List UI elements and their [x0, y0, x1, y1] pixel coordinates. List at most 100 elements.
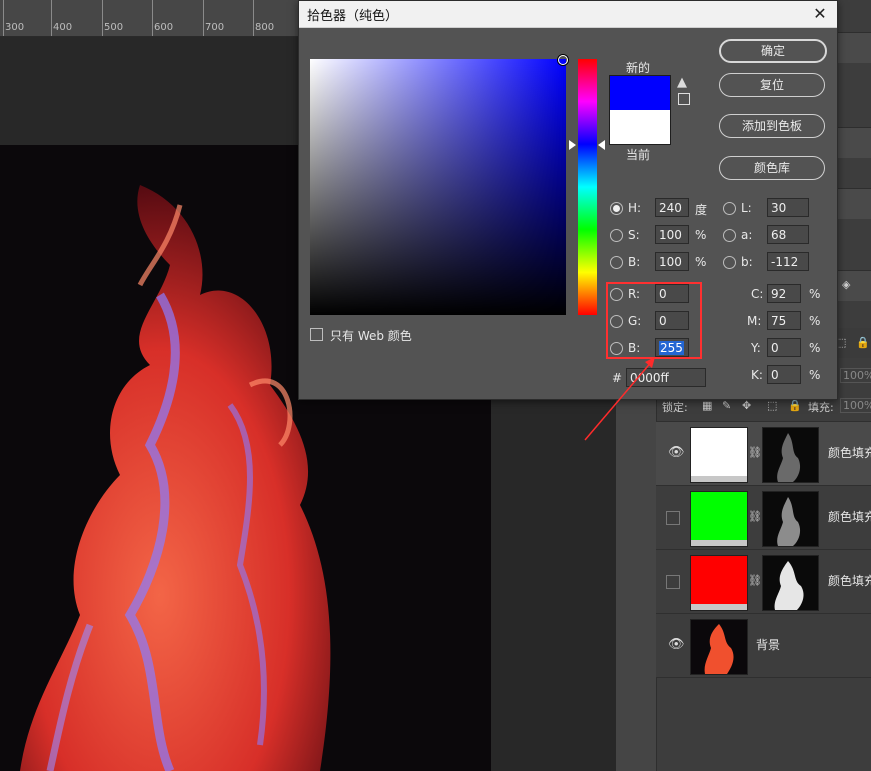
hue-slider-handle-right[interactable]: [598, 140, 605, 150]
dialog-titlebar[interactable]: 拾色器（纯色） ✕: [299, 1, 837, 28]
web-only-checkbox[interactable]: [310, 328, 323, 341]
link-icon[interactable]: ⛓: [748, 510, 762, 523]
hue-unit: 度: [695, 203, 708, 217]
ruler-label: 300: [5, 22, 25, 33]
yellow-label: Y:: [751, 341, 761, 355]
layer-thumbnail: [690, 555, 748, 611]
black-label: K:: [751, 368, 763, 382]
lock-all-icon[interactable]: 🔒: [788, 399, 802, 412]
horizontal-ruler: 300 400 500 600 700 800: [0, 0, 300, 37]
layer-mask[interactable]: [762, 491, 819, 547]
pasteboard: [0, 37, 298, 145]
layer-name[interactable]: 颜色填充: [828, 572, 871, 589]
dialog-title: 拾色器（纯色）: [307, 9, 399, 24]
link-icon[interactable]: ⛓: [748, 446, 762, 459]
color-swatch: [609, 75, 671, 145]
lock-pixels-icon[interactable]: ▦: [702, 399, 712, 412]
hue-label: H:: [628, 201, 642, 215]
hex-input[interactable]: 0000ff: [626, 368, 706, 387]
saturation-unit: %: [695, 228, 707, 242]
layer-name[interactable]: 颜色填充: [828, 508, 871, 525]
close-icon[interactable]: ✕: [803, 1, 837, 27]
lab-l-label: L:: [741, 201, 752, 215]
lab-b-label: b:: [741, 255, 753, 269]
lab-l-input[interactable]: 30: [767, 198, 809, 217]
opacity-field[interactable]: 100%: [840, 368, 871, 383]
add-to-swatches-button[interactable]: 添加到色板: [719, 114, 825, 138]
current-color-swatch[interactable]: [610, 110, 670, 144]
lab-a-label: a:: [741, 228, 753, 242]
ruler-label: 800: [255, 22, 275, 33]
color-marker[interactable]: [558, 55, 568, 65]
ruler-label: 700: [205, 22, 225, 33]
magenta-label: M:: [747, 314, 762, 328]
lab-b-radio[interactable]: [723, 256, 736, 269]
hue-radio[interactable]: [610, 202, 623, 215]
layer-mask[interactable]: [762, 555, 819, 611]
layer-thumbnail: [690, 491, 748, 547]
ok-button[interactable]: 确定: [719, 39, 827, 63]
color-picker-dialog: 拾色器（纯色） ✕ 新的 当前 ▲ 确定 复位 添加到色板 颜色库 H: 240…: [298, 0, 838, 400]
web-only-label: 只有 Web 颜色: [330, 329, 412, 343]
pasteboard: [491, 398, 616, 771]
hue-slider[interactable]: [578, 59, 597, 315]
brush-icon[interactable]: ✎: [722, 399, 731, 412]
hue-slider-handle-left[interactable]: [569, 140, 576, 150]
gamut-color-box[interactable]: [678, 93, 690, 105]
reset-button[interactable]: 复位: [719, 73, 825, 97]
layer-thumbnail: [690, 427, 748, 483]
fill-field[interactable]: 100%: [840, 398, 871, 413]
current-color-label: 当前: [626, 148, 651, 162]
new-color-swatch: [610, 76, 670, 110]
layer-thumbnail: [690, 619, 748, 675]
magenta-input[interactable]: 75: [767, 311, 801, 330]
saturation-label: S:: [628, 228, 640, 242]
new-color-label: 新的: [626, 61, 651, 75]
move-icon[interactable]: ✥: [742, 399, 751, 412]
brightness-unit: %: [695, 255, 707, 269]
eye-icon[interactable]: 👁: [668, 638, 685, 652]
saturation-input[interactable]: 100: [655, 225, 689, 244]
cyan-label: C:: [751, 287, 764, 301]
saturation-brightness-field[interactable]: [310, 59, 566, 315]
brightness-label: B:: [628, 255, 641, 269]
layer-mask[interactable]: [762, 427, 819, 483]
artboard-icon[interactable]: ⬚: [767, 399, 777, 412]
saturation-radio[interactable]: [610, 229, 623, 242]
black-input[interactable]: 0: [767, 365, 801, 384]
brightness-input[interactable]: 100: [655, 252, 689, 271]
gamut-warning-icon[interactable]: ▲: [677, 75, 687, 90]
rgb-annotation-box: [606, 282, 702, 359]
lab-a-radio[interactable]: [723, 229, 736, 242]
color-libraries-button[interactable]: 颜色库: [719, 156, 825, 180]
cyan-unit: %: [809, 287, 821, 301]
link-icon[interactable]: ⛓: [748, 574, 762, 587]
eye-icon[interactable]: 👁: [668, 446, 685, 460]
layer-row[interactable]: ⛓ 颜色填充: [656, 549, 871, 613]
layer-row[interactable]: 👁 背景: [656, 613, 871, 678]
ruler-label: 600: [154, 22, 174, 33]
lab-l-radio[interactable]: [723, 202, 736, 215]
ruler-label: 400: [53, 22, 73, 33]
panel-expand-icon[interactable]: ◈: [842, 278, 850, 291]
layer-row[interactable]: ⛓ 颜色填充: [656, 485, 871, 549]
black-unit: %: [809, 368, 821, 382]
hue-input[interactable]: 240: [655, 198, 689, 217]
hex-label: #: [612, 371, 623, 385]
yellow-unit: %: [809, 341, 821, 355]
lock-icon[interactable]: 🔒: [856, 336, 870, 349]
lock-label: 锁定:: [662, 401, 688, 414]
visibility-checkbox[interactable]: [666, 511, 680, 525]
yellow-input[interactable]: 0: [767, 338, 801, 357]
ruler-label: 500: [104, 22, 124, 33]
lab-a-input[interactable]: 68: [767, 225, 809, 244]
cyan-input[interactable]: 92: [767, 284, 801, 303]
lab-b-input[interactable]: -112: [767, 252, 809, 271]
fill-label: 填充:: [808, 401, 834, 414]
layer-name[interactable]: 颜色填充: [828, 444, 871, 461]
visibility-checkbox[interactable]: [666, 575, 680, 589]
layer-name[interactable]: 背景: [756, 636, 780, 653]
layer-row[interactable]: 👁 ⛓ 颜色填充: [656, 421, 871, 485]
brightness-radio[interactable]: [610, 256, 623, 269]
magenta-unit: %: [809, 314, 821, 328]
